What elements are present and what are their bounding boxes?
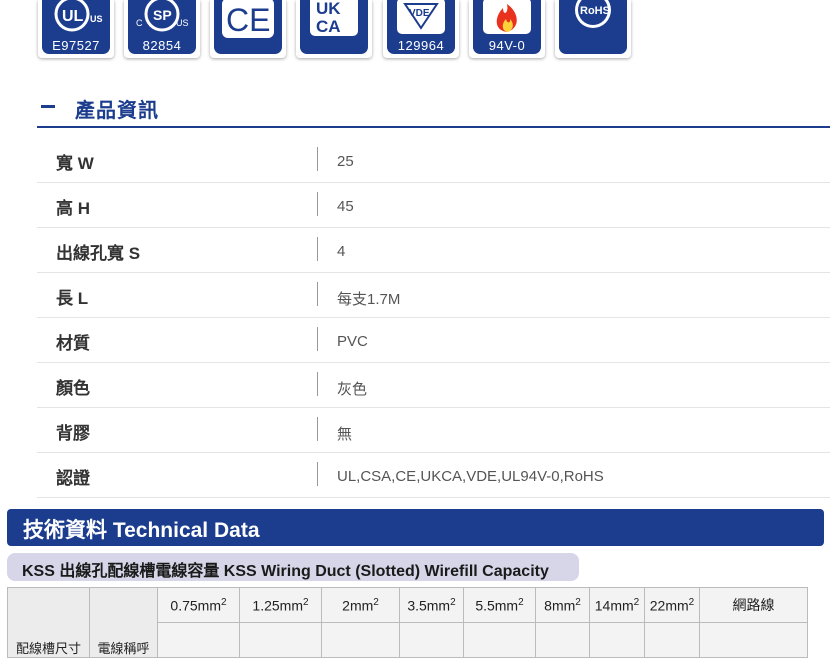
vde-code: 129964 — [397, 38, 445, 53]
wire-size-header: 8mm2 — [535, 587, 590, 623]
table-cell — [644, 622, 700, 658]
table-cell — [589, 622, 645, 658]
spec-label: 材質 — [56, 334, 90, 353]
spec-row: 背膠 無 — [37, 408, 830, 453]
svg-text:SP: SP — [153, 7, 172, 23]
ce-badge: CE — [210, 0, 286, 58]
ukca-badge: UK CA — [296, 0, 372, 58]
spec-label: 顏色 — [56, 379, 90, 398]
spec-row: 長 L 每支1.7M — [37, 273, 830, 318]
vde-badge: VDE 129964 — [383, 0, 459, 58]
wire-size-header: 1.25mm2 — [239, 587, 322, 623]
spec-value: 灰色 — [337, 381, 368, 398]
section-title: 產品資訊 — [75, 100, 159, 122]
svg-text:RoHS: RoHS — [580, 5, 610, 17]
heading-dash — [41, 105, 55, 108]
spec-row: 認證 UL,CSA,CE,UKCA,VDE,UL94V-0,RoHS — [37, 453, 830, 498]
csa-badge: SP C US 82854 — [124, 0, 200, 58]
spec-label: 高 H — [56, 199, 90, 218]
spec-value: 25 — [337, 153, 354, 170]
spec-value: 每支1.7M — [337, 291, 401, 308]
spec-divider — [317, 192, 318, 216]
ukca-logo-icon: UK CA — [310, 0, 358, 36]
svg-text:C: C — [136, 18, 143, 28]
spec-value: 無 — [337, 426, 353, 443]
table-cell — [535, 622, 590, 658]
table-cell — [699, 622, 808, 658]
table-cell — [463, 622, 536, 658]
svg-text:CE: CE — [226, 2, 270, 38]
spec-divider — [317, 417, 318, 441]
svg-text:US: US — [176, 18, 189, 28]
spec-row: 顏色 灰色 — [37, 363, 830, 408]
ce-logo-icon: CE — [222, 0, 274, 38]
svg-text:UK: UK — [316, 0, 341, 18]
rohs-logo-icon: RoHS — [575, 0, 611, 28]
svg-text:US: US — [90, 14, 103, 24]
spec-value: 45 — [337, 198, 354, 215]
capacity-header-row: 配線槽尺寸 電線稱呼 0.75mm2 1.25mm2 2mm2 3.5mm2 5… — [7, 587, 808, 658]
spec-divider — [317, 462, 318, 486]
ul-code: E97527 — [52, 38, 100, 53]
spec-row: 材質 PVC — [37, 318, 830, 363]
svg-text:VDE: VDE — [409, 8, 430, 19]
spec-divider — [317, 327, 318, 351]
table-cell — [239, 622, 322, 658]
wire-size-header: 14mm2 — [589, 587, 645, 623]
spec-value: PVC — [337, 333, 368, 350]
technical-data-title: 技術資料 Technical Data — [23, 519, 260, 542]
table-cell — [321, 622, 400, 658]
capacity-title: KSS 出線孔配線槽電線容量 KSS Wiring Duct (Slotted)… — [22, 563, 549, 580]
spec-row: 出線孔寬 S 4 — [37, 228, 830, 273]
duct-size-header: 配線槽尺寸 — [7, 587, 90, 658]
capacity-banner: KSS 出線孔配線槽電線容量 KSS Wiring Duct (Slotted)… — [7, 553, 579, 581]
network-cable-header: 網路線 — [699, 587, 808, 623]
wire-size-header: 3.5mm2 — [399, 587, 464, 623]
spec-row: 高 H 45 — [37, 183, 830, 228]
spec-divider — [317, 147, 318, 171]
flame-code: 94V-0 — [488, 38, 526, 53]
spec-label: 出線孔寬 S — [56, 244, 141, 263]
svg-text:CA: CA — [316, 17, 341, 36]
svg-text:UL: UL — [62, 8, 84, 25]
ul-badge: UL US E97527 — [38, 0, 114, 58]
wire-size-header: 5.5mm2 — [463, 587, 536, 623]
wire-name-header: 電線稱呼 — [89, 587, 158, 658]
spec-table: 寬 W 25 高 H 45 出線孔寬 S 4 長 L 每支1.7M 材質 PVC… — [37, 138, 830, 498]
wire-size-header: 2mm2 — [321, 587, 400, 623]
spec-divider — [317, 237, 318, 261]
rohs-badge: RoHS — [555, 0, 631, 58]
table-cell — [399, 622, 464, 658]
spec-divider — [317, 372, 318, 396]
spec-value: UL,CSA,CE,UKCA,VDE,UL94V-0,RoHS — [337, 468, 604, 485]
spec-label: 長 L — [56, 289, 89, 308]
spec-label: 寬 W — [56, 154, 94, 173]
flame-badge: 94V-0 — [469, 0, 545, 58]
technical-data-banner: 技術資料 Technical Data — [7, 509, 824, 546]
capacity-table: 配線槽尺寸 電線稱呼 0.75mm2 1.25mm2 2mm2 3.5mm2 5… — [7, 587, 808, 658]
spec-divider — [317, 282, 318, 306]
spec-value: 4 — [337, 243, 346, 260]
csa-code: 82854 — [142, 38, 182, 53]
spec-label: 認證 — [56, 469, 90, 488]
product-info-heading: 產品資訊 — [37, 92, 830, 128]
wire-size-header: 22mm2 — [644, 587, 700, 623]
table-cell — [157, 622, 240, 658]
spec-row: 寬 W 25 — [37, 138, 830, 183]
wire-size-header: 0.75mm2 — [157, 587, 240, 623]
spec-label: 背膠 — [56, 424, 90, 443]
